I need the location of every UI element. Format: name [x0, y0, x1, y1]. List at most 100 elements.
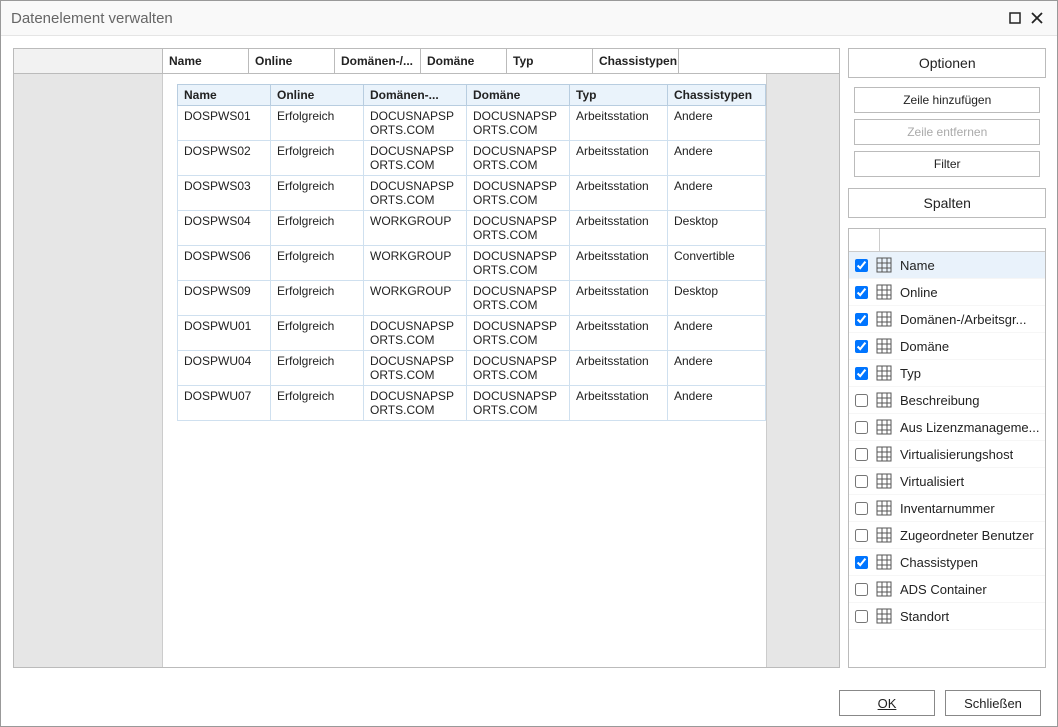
column-checkbox[interactable] — [855, 286, 868, 299]
column-checkbox[interactable] — [855, 313, 868, 326]
column-choice[interactable]: Typ — [849, 360, 1045, 387]
filter-button[interactable]: Filter — [854, 151, 1040, 177]
cell-name: DOSPWS09 — [178, 281, 271, 316]
cell-group: DOCUSNAPSPORTS.COM — [364, 141, 467, 176]
column-label: Zugeordneter Benutzer — [900, 528, 1034, 543]
ok-button[interactable]: OK — [839, 690, 935, 716]
column-checkbox[interactable] — [855, 583, 868, 596]
column-choice[interactable]: Standort — [849, 603, 1045, 630]
column-label: Typ — [900, 366, 921, 381]
cell-chassis: Andere — [668, 176, 766, 211]
outer-col-1[interactable]: Online — [249, 49, 335, 73]
table-icon — [876, 500, 892, 516]
left-gutter — [14, 74, 163, 667]
cell-chassis: Andere — [668, 386, 766, 421]
column-checkbox[interactable] — [855, 502, 868, 515]
cell-name: DOSPWU04 — [178, 351, 271, 386]
cell-chassis: Andere — [668, 106, 766, 141]
preview-col-4[interactable]: Typ — [570, 85, 668, 106]
cell-type: Arbeitsstation — [570, 141, 668, 176]
preview-row[interactable]: DOSPWU01ErfolgreichDOCUSNAPSPORTS.COMDOC… — [178, 316, 766, 351]
column-label: Standort — [900, 609, 949, 624]
cell-group: DOCUSNAPSPORTS.COM — [364, 351, 467, 386]
preview-col-2[interactable]: Domänen-... — [364, 85, 467, 106]
preview-row[interactable]: DOSPWS09ErfolgreichWORKGROUPDOCUSNAPSPOR… — [178, 281, 766, 316]
column-choice[interactable]: Domänen-/Arbeitsgr... — [849, 306, 1045, 333]
column-choice[interactable]: Virtualisierungshost — [849, 441, 1045, 468]
table-icon — [876, 554, 892, 570]
cell-name: DOSPWU07 — [178, 386, 271, 421]
cell-chassis: Andere — [668, 141, 766, 176]
cell-online: Erfolgreich — [271, 316, 364, 351]
preview-row[interactable]: DOSPWS02ErfolgreichDOCUSNAPSPORTS.COMDOC… — [178, 141, 766, 176]
column-choice[interactable]: Zugeordneter Benutzer — [849, 522, 1045, 549]
cell-domain: DOCUSNAPSPORTS.COM — [467, 106, 570, 141]
close-button-footer[interactable]: Schließen — [945, 690, 1041, 716]
add-row-button[interactable]: Zeile hinzufügen — [854, 87, 1040, 113]
columns-box: NameOnlineDomänen-/Arbeitsgr...Domäne Typ… — [848, 228, 1046, 668]
column-checkbox[interactable] — [855, 340, 868, 353]
preview-col-1[interactable]: Online — [271, 85, 364, 106]
cell-chassis: Desktop — [668, 211, 766, 246]
column-choice[interactable]: Virtualisiert — [849, 468, 1045, 495]
column-checkbox[interactable] — [855, 367, 868, 380]
column-choice[interactable]: Name — [849, 252, 1045, 279]
cell-chassis: Andere — [668, 316, 766, 351]
preview-row[interactable]: DOSPWU04ErfolgreichDOCUSNAPSPORTS.COMDOC… — [178, 351, 766, 386]
outer-col-3[interactable]: Domäne — [421, 49, 507, 73]
cell-name: DOSPWU01 — [178, 316, 271, 351]
column-choice[interactable]: Aus Lizenzmanageme... — [849, 414, 1045, 441]
column-checkbox[interactable] — [855, 259, 868, 272]
preview-row[interactable]: DOSPWU07ErfolgreichDOCUSNAPSPORTS.COMDOC… — [178, 386, 766, 421]
columns-header: Spalten — [848, 188, 1046, 218]
column-checkbox[interactable] — [855, 610, 868, 623]
preview-row[interactable]: DOSPWS01ErfolgreichDOCUSNAPSPORTS.COMDOC… — [178, 106, 766, 141]
table-icon — [876, 392, 892, 408]
cell-type: Arbeitsstation — [570, 106, 668, 141]
maximize-button[interactable] — [1005, 8, 1025, 28]
cell-online: Erfolgreich — [271, 351, 364, 386]
outer-col-2[interactable]: Domänen-/... — [335, 49, 421, 73]
cell-type: Arbeitsstation — [570, 211, 668, 246]
outer-col-4[interactable]: Typ — [507, 49, 593, 73]
preview-col-5[interactable]: Chassistypen — [668, 85, 766, 106]
outer-col-0[interactable]: Name — [163, 49, 249, 73]
column-checkbox[interactable] — [855, 394, 868, 407]
column-choice[interactable]: Online — [849, 279, 1045, 306]
row-selector-header — [14, 49, 163, 73]
cell-online: Erfolgreich — [271, 106, 364, 141]
outer-col-5[interactable]: Chassistypen — [593, 49, 679, 73]
column-checkbox[interactable] — [855, 448, 868, 461]
column-checkbox[interactable] — [855, 556, 868, 569]
preview-area: NameOnlineDomänen-...DomäneTypChassistyp… — [163, 74, 766, 667]
table-icon — [876, 311, 892, 327]
preview-col-3[interactable]: Domäne — [467, 85, 570, 106]
cell-group: WORKGROUP — [364, 281, 467, 316]
window-title: Datenelement verwalten — [11, 10, 1003, 27]
cell-group: DOCUSNAPSPORTS.COM — [364, 106, 467, 141]
column-choice[interactable]: Beschreibung — [849, 387, 1045, 414]
column-choice[interactable]: ADS Container — [849, 576, 1045, 603]
column-choice[interactable]: Inventarnummer — [849, 495, 1045, 522]
cell-chassis: Andere — [668, 351, 766, 386]
preview-row[interactable]: DOSPWS03ErfolgreichDOCUSNAPSPORTS.COMDOC… — [178, 176, 766, 211]
column-checkbox[interactable] — [855, 421, 868, 434]
preview-row[interactable]: DOSPWS06ErfolgreichWORKGROUPDOCUSNAPSPOR… — [178, 246, 766, 281]
preview-table: NameOnlineDomänen-...DomäneTypChassistyp… — [177, 84, 766, 421]
close-button[interactable] — [1027, 8, 1047, 28]
cell-domain: DOCUSNAPSPORTS.COM — [467, 351, 570, 386]
table-icon — [876, 473, 892, 489]
column-label: Chassistypen — [900, 555, 978, 570]
column-checkbox[interactable] — [855, 475, 868, 488]
preview-col-0[interactable]: Name — [178, 85, 271, 106]
column-choice[interactable]: Chassistypen — [849, 549, 1045, 576]
table-icon — [876, 527, 892, 543]
cell-chassis: Desktop — [668, 281, 766, 316]
remove-row-button: Zeile entfernen — [854, 119, 1040, 145]
column-choice[interactable]: Domäne — [849, 333, 1045, 360]
column-label: Virtualisierungshost — [900, 447, 1013, 462]
preview-row[interactable]: DOSPWS04ErfolgreichWORKGROUPDOCUSNAPSPOR… — [178, 211, 766, 246]
columns-list: NameOnlineDomänen-/Arbeitsgr...Domäne Typ… — [849, 252, 1045, 667]
column-checkbox[interactable] — [855, 529, 868, 542]
cell-domain: DOCUSNAPSPORTS.COM — [467, 211, 570, 246]
